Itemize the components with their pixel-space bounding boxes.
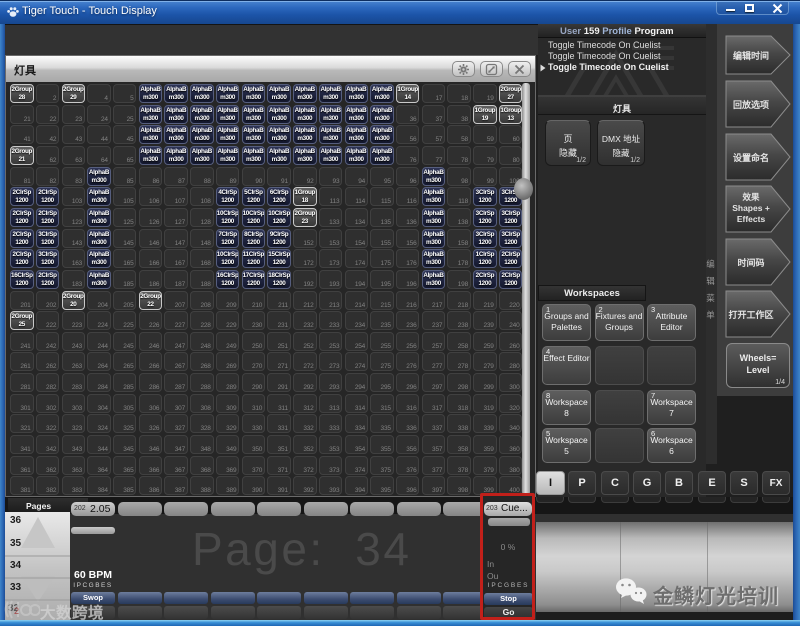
svg-text:2: 2 <box>14 606 19 616</box>
